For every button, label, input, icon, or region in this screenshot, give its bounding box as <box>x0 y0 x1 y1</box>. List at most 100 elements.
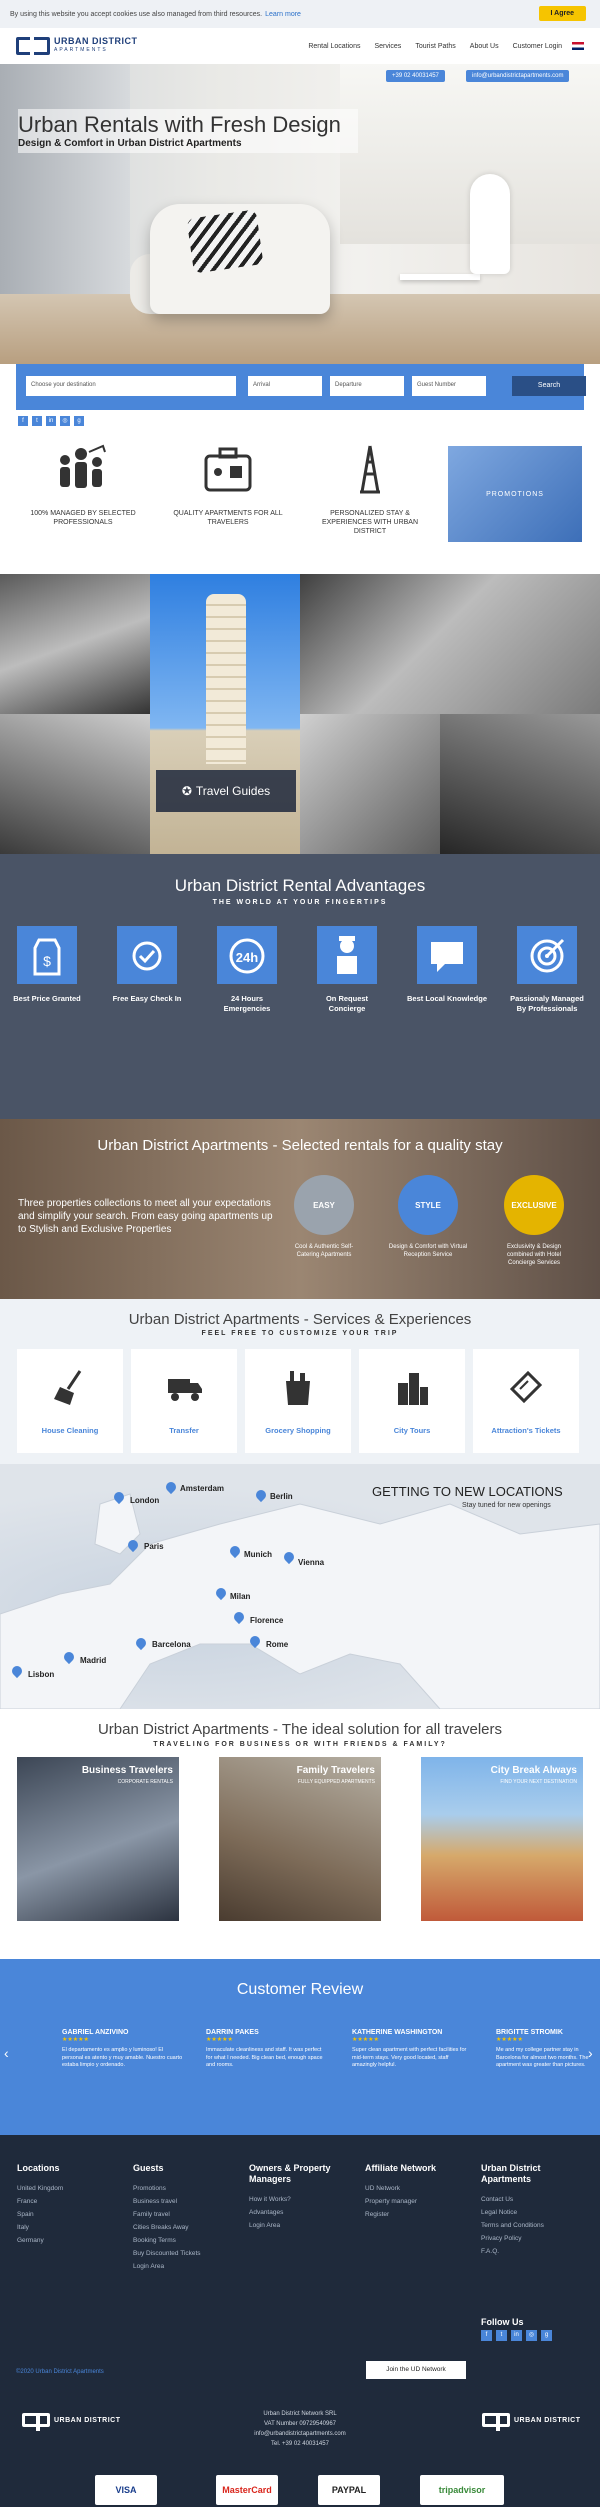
hero: +39 02 40031457 info@urbandistrictapartm… <box>0 64 600 364</box>
join-network-button[interactable]: Join the UD Network <box>366 2361 466 2379</box>
locations-map: GETTING TO NEW LOCATIONS Stay tuned for … <box>0 1464 600 1709</box>
city-barcelona[interactable]: Barcelona <box>152 1640 191 1649</box>
star-rating: ★★★★★ <box>352 2037 379 2043</box>
social-links: f t in ◎ g <box>18 416 84 426</box>
city-break-card[interactable]: City Break Always FIND YOUR NEXT DESTINA… <box>421 1757 583 1921</box>
twitter-icon[interactable]: t <box>32 416 42 426</box>
city-vienna[interactable]: Vienna <box>298 1558 324 1567</box>
style-collection-button[interactable]: STYLE <box>398 1175 458 1235</box>
mastercard-logo: MasterCard <box>216 2475 278 2505</box>
city-madrid[interactable]: Madrid <box>80 1656 106 1665</box>
eiffel-tower-icon <box>360 445 380 494</box>
departure-input[interactable]: Departure <box>330 376 404 396</box>
star-rating: ★★★★★ <box>62 2037 89 2043</box>
logo-subtitle: APARTMENTS <box>54 47 108 53</box>
hero-subtitle: Design & Comfort in Urban District Apart… <box>18 138 242 149</box>
services-section: Urban District Apartments - Services & E… <box>0 1299 600 1464</box>
advantage-label: Best Price Granted <box>13 994 81 1003</box>
footer-guests: Guests Promotions Business travel Family… <box>133 2163 201 2270</box>
agree-button[interactable]: I Agree <box>538 6 586 21</box>
colosseum-photo <box>0 574 150 714</box>
logo-mark-icon <box>16 37 50 55</box>
phone-badge[interactable]: +39 02 40031457 <box>386 70 445 82</box>
nav-customer-login[interactable]: Customer Login <box>513 43 562 50</box>
easy-collection-button[interactable]: EASY <box>294 1175 354 1235</box>
review-card: GABRIEL ANZIVINO ★★★★★ El departamento e… <box>62 2029 183 2068</box>
city-lisbon[interactable]: Lisbon <box>28 1670 54 1679</box>
city-berlin[interactable]: Berlin <box>270 1492 293 1501</box>
tripadvisor-logo: tripadvisor <box>420 2475 504 2505</box>
selected-rentals-section: Urban District Apartments - Selected ren… <box>0 1119 600 1299</box>
city-munich[interactable]: Munich <box>244 1550 272 1559</box>
service-card-transfer[interactable]: Transfer <box>131 1349 237 1453</box>
selected-text: Three properties collections to meet all… <box>18 1198 273 1235</box>
review-card: DARRIN PAKES ★★★★★ Immaculate cleanlines… <box>206 2029 328 2070</box>
travel-guides-button[interactable]: ✪ Travel Guides <box>156 770 296 812</box>
search-button[interactable]: Search <box>512 376 586 396</box>
features-section: 100% MANAGED BY SELECTED PROFESSIONALS Q… <box>0 434 600 574</box>
footer-social-links: f t in ◎ g <box>481 2330 552 2341</box>
exclusive-collection-button[interactable]: EXCLUSIVE <box>504 1175 564 1235</box>
nav-about-us[interactable]: About Us <box>470 43 499 50</box>
svg-text:$: $ <box>43 953 51 969</box>
city-paris[interactable]: Paris <box>144 1542 164 1551</box>
service-card-house-cleaning[interactable]: House Cleaning <box>17 1349 123 1453</box>
linkedin-icon[interactable]: in <box>46 416 56 426</box>
prev-arrow-icon[interactable]: ‹ <box>4 2045 9 2061</box>
main-nav: Rental Locations Services Tourist Paths … <box>308 43 562 50</box>
destination-select[interactable]: Choose your destination <box>26 376 236 396</box>
linkedin-icon[interactable]: in <box>511 2330 522 2341</box>
star-rating: ★★★★★ <box>496 2037 523 2043</box>
chat-bubble-icon <box>417 926 477 984</box>
service-card-city-tours[interactable]: City Tours <box>359 1349 465 1453</box>
nav-services[interactable]: Services <box>374 43 401 50</box>
svg-text:24h: 24h <box>236 950 258 965</box>
broom-icon <box>54 1370 82 1405</box>
footer-company: Urban District Apartments Contact Us Leg… <box>481 2163 544 2255</box>
facebook-icon[interactable]: f <box>18 416 28 426</box>
star-rating: ★★★★★ <box>206 2037 233 2043</box>
travelers-title: Urban District Apartments - The ideal so… <box>97 1721 503 1738</box>
nav-rental-locations[interactable]: Rental Locations <box>308 43 360 50</box>
feature-item: PERSONALIZED STAY & EXPERIENCES WITH URB… <box>305 444 435 536</box>
learn-more-link[interactable]: Learn more <box>265 11 301 18</box>
city-milan[interactable]: Milan <box>230 1592 250 1601</box>
guest-number-select[interactable]: Guest Number <box>412 376 486 396</box>
europe-map-image <box>0 1493 600 1709</box>
logo[interactable]: URBAN DISTRICT APARTMENTS <box>16 37 138 55</box>
instagram-icon[interactable]: ◎ <box>60 416 70 426</box>
promotions-banner[interactable]: PROMOTIONS <box>448 446 582 542</box>
city-london[interactable]: London <box>130 1496 159 1505</box>
map-title: GETTING TO NEW LOCATIONS <box>372 1484 563 1499</box>
cookie-text: By using this website you accept cookies… <box>10 10 263 18</box>
company-info: Urban District Network SRL VAT Number 09… <box>254 2411 346 2447</box>
feature-item: QUALITY APARTMENTS FOR ALL TRAVELERS <box>163 444 293 527</box>
arrival-input[interactable]: Arrival <box>248 376 322 396</box>
couple-photo <box>300 574 600 714</box>
business-travelers-card[interactable]: Business Travelers CORPORATE RENTALS <box>17 1757 179 1921</box>
city-amsterdam[interactable]: Amsterdam <box>180 1484 224 1493</box>
service-card-grocery-shopping[interactable]: Grocery Shopping <box>245 1349 351 1453</box>
family-travelers-card[interactable]: Family Travelers FULLY EQUIPPED APARTMEN… <box>219 1757 381 1921</box>
google-plus-icon[interactable]: g <box>541 2330 552 2341</box>
review-card: KATHERINE WASHINGTON ★★★★★ Super clean a… <box>352 2029 474 2070</box>
city-florence[interactable]: Florence <box>250 1616 283 1625</box>
hero-title-box: Urban Rentals with Fresh Design Design &… <box>18 109 358 153</box>
instagram-icon[interactable]: ◎ <box>526 2330 537 2341</box>
service-card-attraction-tickets[interactable]: Attraction's Tickets <box>473 1349 579 1453</box>
follow-us-label: Follow Us <box>481 2317 524 2327</box>
travelers-section: Urban District Apartments - The ideal so… <box>0 1709 600 1959</box>
services-subtitle: FEEL FREE TO CUSTOMIZE YOUR TRIP <box>201 1330 399 1337</box>
advantages-subtitle: THE WORLD AT YOUR FINGERTIPS <box>212 899 388 906</box>
nav-tourist-paths[interactable]: Tourist Paths <box>415 43 455 50</box>
search-section: Choose your destination Arrival Departur… <box>0 364 600 434</box>
logo-title: URBAN DISTRICT <box>54 36 138 46</box>
language-flag-icon[interactable] <box>572 42 584 50</box>
twitter-icon[interactable]: t <box>496 2330 507 2341</box>
target-icon <box>517 926 577 984</box>
google-plus-icon[interactable]: g <box>74 416 84 426</box>
city-rome[interactable]: Rome <box>266 1640 288 1649</box>
facebook-icon[interactable]: f <box>481 2330 492 2341</box>
email-badge[interactable]: info@urbandistrictapartments.com <box>466 70 570 82</box>
site-header: URBAN DISTRICT APARTMENTS Rental Locatio… <box>0 28 600 64</box>
